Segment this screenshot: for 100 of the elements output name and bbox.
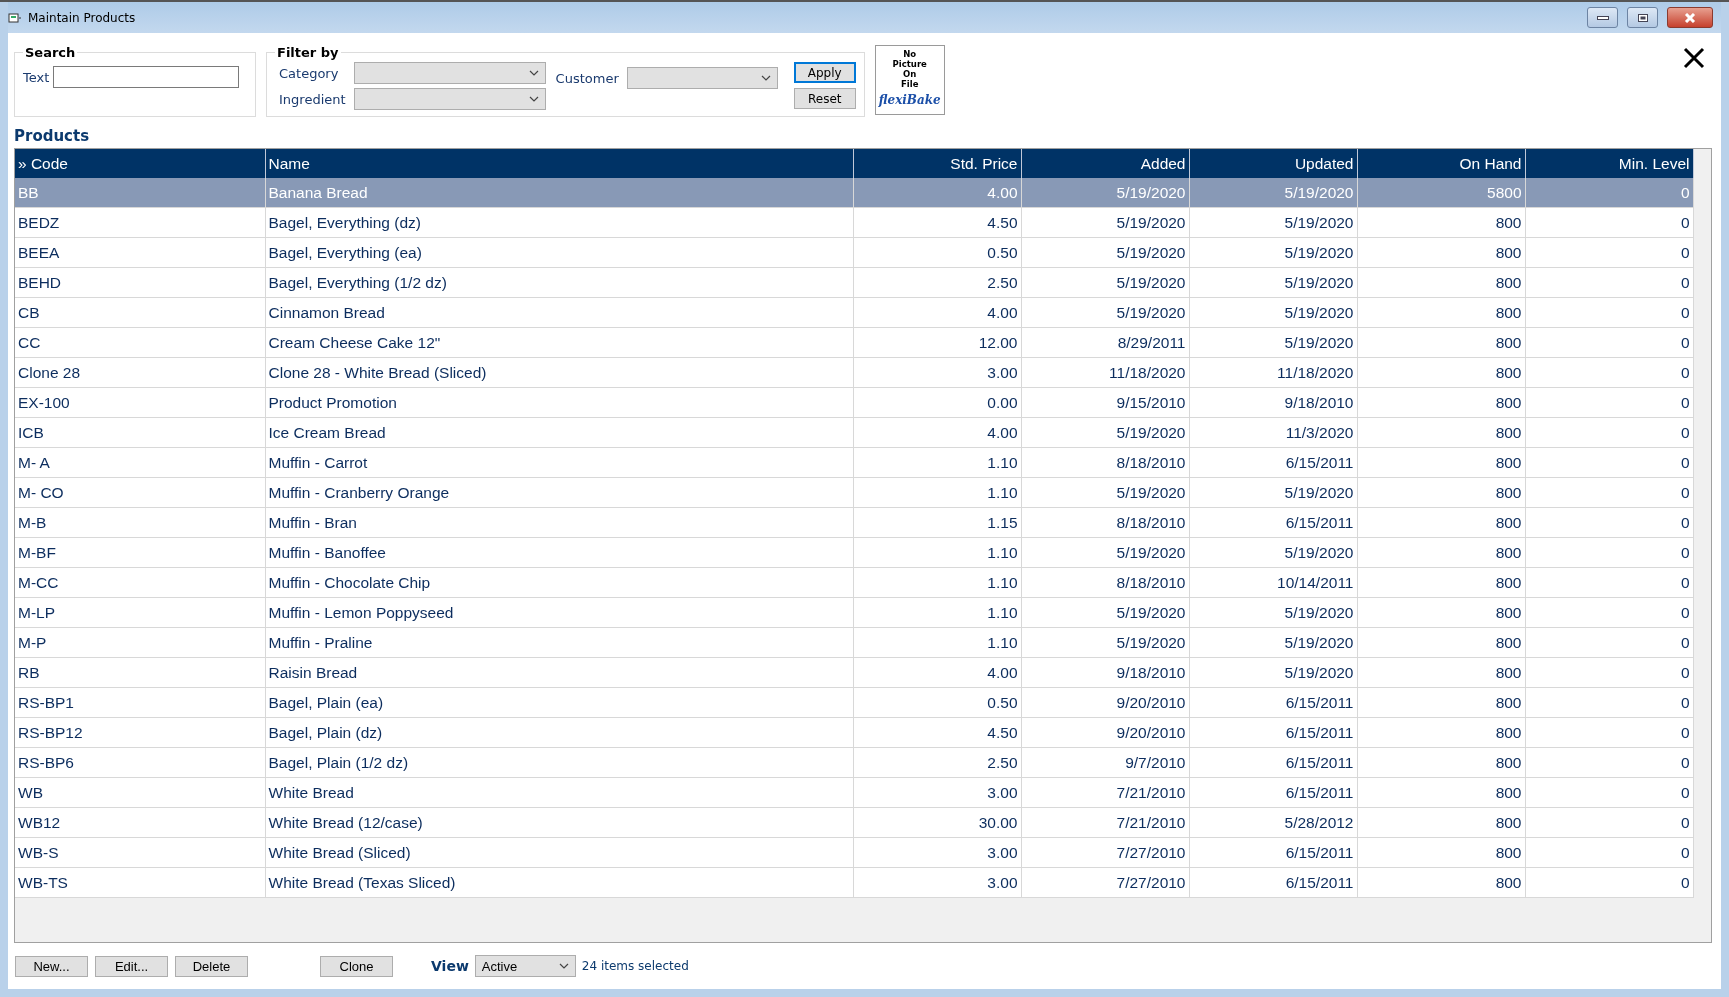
table-cell: 800 xyxy=(1357,357,1525,388)
column-header[interactable]: » Code xyxy=(15,149,265,178)
table-cell: 9/15/2010 xyxy=(1021,387,1189,418)
table-cell: 6/15/2011 xyxy=(1189,717,1357,748)
table-cell: 0 xyxy=(1525,567,1693,598)
table-cell: 0 xyxy=(1525,747,1693,778)
table-cell: Bagel, Everything (ea) xyxy=(265,237,853,268)
table-cell: 800 xyxy=(1357,597,1525,628)
minimize-button[interactable] xyxy=(1587,7,1618,28)
table-cell: 800 xyxy=(1357,567,1525,598)
table-cell: 3.00 xyxy=(853,777,1021,808)
table-cell: M-LP xyxy=(15,597,265,628)
table-cell: 11/18/2020 xyxy=(1189,357,1357,388)
table-cell: 1.10 xyxy=(853,627,1021,658)
table-cell: 0 xyxy=(1525,687,1693,718)
table-cell: 4.00 xyxy=(853,657,1021,688)
table-cell: 5/19/2020 xyxy=(1189,207,1357,238)
clone-button[interactable]: Clone xyxy=(320,955,393,977)
edit-button[interactable]: Edit... xyxy=(95,955,168,977)
table-cell: ICB xyxy=(15,417,265,448)
column-header[interactable]: Updated xyxy=(1189,149,1357,178)
column-header[interactable]: Min. Level xyxy=(1525,149,1693,178)
table-cell: BEDZ xyxy=(15,207,265,238)
table-cell: 800 xyxy=(1357,267,1525,298)
table-cell: WB12 xyxy=(15,807,265,838)
table-cell: 6/15/2011 xyxy=(1189,837,1357,868)
delete-button[interactable]: Delete xyxy=(175,955,248,977)
table-cell: RS-BP6 xyxy=(15,747,265,778)
table-cell: 800 xyxy=(1357,747,1525,778)
caret-icon xyxy=(558,963,569,969)
table-cell: 0 xyxy=(1525,447,1693,478)
products-title: Products xyxy=(14,127,91,145)
close-icon[interactable] xyxy=(1683,47,1705,69)
table-cell: 0 xyxy=(1525,597,1693,628)
customer-label: Customer xyxy=(555,70,619,86)
table-cell: 5/19/2020 xyxy=(1021,178,1189,208)
table-cell: Muffin - Carrot xyxy=(265,447,853,478)
table-cell: 0 xyxy=(1525,657,1693,688)
table-cell: 0 xyxy=(1525,327,1693,358)
table-cell: 5/19/2020 xyxy=(1189,178,1357,208)
table-cell: 0.00 xyxy=(853,387,1021,418)
table-cell: 3.00 xyxy=(853,867,1021,898)
search-text-field[interactable] xyxy=(53,66,240,88)
logo-text: flexiBake xyxy=(878,93,941,107)
table-cell: 4.50 xyxy=(853,207,1021,238)
table-cell: CC xyxy=(15,327,265,358)
table-cell: 800 xyxy=(1357,657,1525,688)
table-cell: Muffin - Praline xyxy=(265,627,853,658)
table-cell: 0 xyxy=(1525,777,1693,808)
table-cell: 0 xyxy=(1525,357,1693,388)
table-cell: 9/20/2010 xyxy=(1021,687,1189,718)
table-cell: 800 xyxy=(1357,417,1525,448)
table-cell: 0 xyxy=(1525,297,1693,328)
new-button[interactable]: New... xyxy=(15,955,88,977)
status-text: 24 items selected xyxy=(581,959,689,973)
table-cell: 800 xyxy=(1357,447,1525,478)
table-cell: 5/19/2020 xyxy=(1189,297,1357,328)
column-header[interactable]: Added xyxy=(1021,149,1189,178)
close-button[interactable] xyxy=(1667,7,1713,28)
table-cell: 800 xyxy=(1357,507,1525,538)
table-cell: Bagel, Everything (dz) xyxy=(265,207,853,238)
table-cell: 800 xyxy=(1357,477,1525,508)
apply-button[interactable]: Apply xyxy=(793,62,856,83)
table-cell: 800 xyxy=(1357,867,1525,898)
column-header[interactable]: On Hand xyxy=(1357,149,1525,178)
close-icon xyxy=(1684,12,1696,23)
table-cell: 0 xyxy=(1525,507,1693,538)
table-cell: 5/28/2012 xyxy=(1189,807,1357,838)
table-cell: 1.10 xyxy=(853,447,1021,478)
maximize-button[interactable] xyxy=(1627,7,1658,28)
table-cell: 7/21/2010 xyxy=(1021,807,1189,838)
table-cell: 3.00 xyxy=(853,357,1021,388)
table-cell: 2.50 xyxy=(853,747,1021,778)
table-cell: WB-S xyxy=(15,837,265,868)
table-cell: 800 xyxy=(1357,687,1525,718)
table-cell: M-CC xyxy=(15,567,265,598)
table-cell: 4.00 xyxy=(853,417,1021,448)
column-header[interactable]: Std. Price xyxy=(853,149,1021,178)
table-cell: 1.10 xyxy=(853,567,1021,598)
table-cell: 9/18/2010 xyxy=(1189,387,1357,418)
table-cell: 1.10 xyxy=(853,477,1021,508)
table-cell: 11/18/2020 xyxy=(1021,357,1189,388)
table-cell: 0 xyxy=(1525,417,1693,448)
table-cell: Raisin Bread xyxy=(265,657,853,688)
table-cell: 2.50 xyxy=(853,267,1021,298)
caret-icon xyxy=(760,75,771,81)
table-cell: Muffin - Chocolate Chip xyxy=(265,567,853,598)
table-cell: Cream Cheese Cake 12" xyxy=(265,327,853,358)
table-cell: 0 xyxy=(1525,477,1693,508)
table-cell: 800 xyxy=(1357,627,1525,658)
table-cell: 800 xyxy=(1357,837,1525,868)
caret-icon xyxy=(528,96,539,102)
view-dropdown[interactable]: Active xyxy=(474,955,576,977)
column-header[interactable]: Name xyxy=(265,149,853,178)
reset-button[interactable]: Reset xyxy=(793,88,856,109)
view-label: View xyxy=(431,958,469,974)
table-cell: Muffin - Banoffee xyxy=(265,537,853,568)
table-cell: 9/20/2010 xyxy=(1021,717,1189,748)
table-cell: 800 xyxy=(1357,717,1525,748)
table-cell: 0 xyxy=(1525,537,1693,568)
